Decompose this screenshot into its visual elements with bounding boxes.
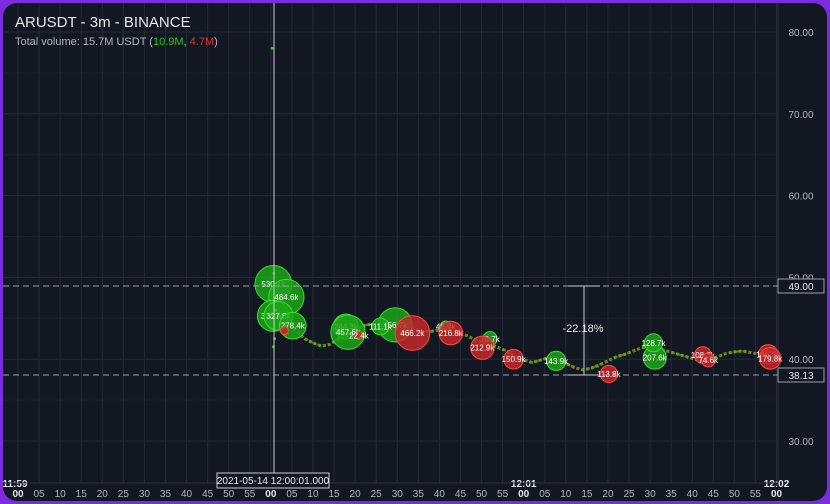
x-tick-label: 55 [497, 489, 509, 500]
chart-title: ARUSDT - 3m - BINANCE [15, 14, 191, 31]
x-tick-label: 55 [244, 489, 256, 500]
minute-label: 12:02 [764, 479, 790, 490]
x-tick-label: 55 [750, 489, 762, 500]
x-tick-label: 05 [539, 489, 551, 500]
x-tick-label: 00 [518, 489, 530, 500]
trade-label: 484.6k [274, 293, 299, 302]
sell-volume: 4.7M [189, 36, 215, 48]
crosshair-time-label: 2021-05-14 12:00:01.000 [217, 476, 330, 487]
x-tick-label: 05 [34, 489, 46, 500]
x-tick-label: 40 [687, 489, 699, 500]
x-tick-label: 10 [560, 489, 572, 500]
x-tick-label: 25 [623, 489, 635, 500]
y-tick-label: 30.00 [788, 437, 813, 448]
x-tick-label: 15 [328, 489, 340, 500]
trade-label: 113.8k [597, 370, 621, 379]
x-tick-label: 15 [76, 489, 88, 500]
overlays: -22.18% 49.00 38.13 2021-05-14 12:00:01.… [3, 3, 825, 489]
volume-prefix: Total volume: 15.7M USDT ( [15, 36, 153, 48]
x-tick-label: 40 [181, 489, 193, 500]
chart-grid [3, 3, 778, 483]
x-tick-label: 20 [97, 489, 109, 500]
volume-suffix: ) [214, 36, 218, 48]
x-tick-label: 05 [286, 489, 298, 500]
trade-label: 150.9k [502, 355, 527, 364]
y-tick-label: 70.00 [788, 110, 813, 121]
trade-label: 128.7k [641, 339, 666, 348]
x-tick-label: 45 [708, 489, 720, 500]
x-tick-label: 35 [413, 489, 425, 500]
x-tick-label: 50 [729, 489, 741, 500]
price-tag-lower-label: 38.13 [788, 371, 813, 382]
x-tick-label: 00 [12, 489, 24, 500]
price-chart[interactable]: 80.0070.0060.0050.0040.0030.000005101520… [3, 3, 827, 501]
x-tick-label: 20 [602, 489, 614, 500]
x-tick-label: 45 [202, 489, 214, 500]
trade-dot [270, 46, 274, 50]
y-tick-label: 60.00 [788, 192, 813, 203]
trade-label: 216.8k [439, 329, 464, 338]
trade-label: 111.1k [369, 322, 393, 331]
minute-label: 11:59 [3, 479, 28, 490]
x-tick-label: 50 [476, 489, 488, 500]
total-volume: Total volume: 15.7M USDT (10.9M, 4.7M) [15, 36, 218, 48]
x-tick-label: 30 [392, 489, 404, 500]
trade-label: 212.9k [470, 344, 495, 353]
x-tick-label: 30 [139, 489, 151, 500]
trade-label: 143.9k [544, 357, 569, 366]
x-tick-label: 25 [371, 489, 383, 500]
x-tick-label: 00 [265, 489, 277, 500]
trade-label: 466.2k [400, 329, 425, 338]
y-tick-label: 80.00 [788, 28, 813, 39]
trade-label: 22.4k [349, 331, 370, 340]
x-tick-label: 25 [118, 489, 130, 500]
trade-label: 207.6k [643, 354, 668, 363]
x-tick-label: 20 [350, 489, 362, 500]
trade-bubble-sell[interactable] [279, 326, 289, 336]
buy-volume: 10.9M [152, 36, 184, 48]
x-tick-label: 10 [55, 489, 67, 500]
trade-label: 179.8k [758, 354, 783, 363]
x-tick-label: 15 [581, 489, 593, 500]
chart-window: 80.0070.0060.0050.0040.0030.000005101520… [3, 3, 827, 501]
x-tick-label: 50 [223, 489, 235, 500]
x-tick-label: 35 [160, 489, 172, 500]
minute-label: 12:01 [511, 479, 537, 490]
trade-label: 74.6k [698, 356, 719, 365]
x-tick-label: 00 [771, 489, 783, 500]
measure-label: -22.18% [563, 323, 604, 335]
x-tick-label: 35 [666, 489, 678, 500]
x-tick-label: 10 [307, 489, 319, 500]
price-tag-upper-label: 49.00 [788, 282, 813, 293]
x-tick-label: 45 [455, 489, 467, 500]
y-tick-label: 40.00 [788, 355, 813, 366]
x-tick-label: 30 [645, 489, 657, 500]
x-tick-label: 40 [434, 489, 446, 500]
